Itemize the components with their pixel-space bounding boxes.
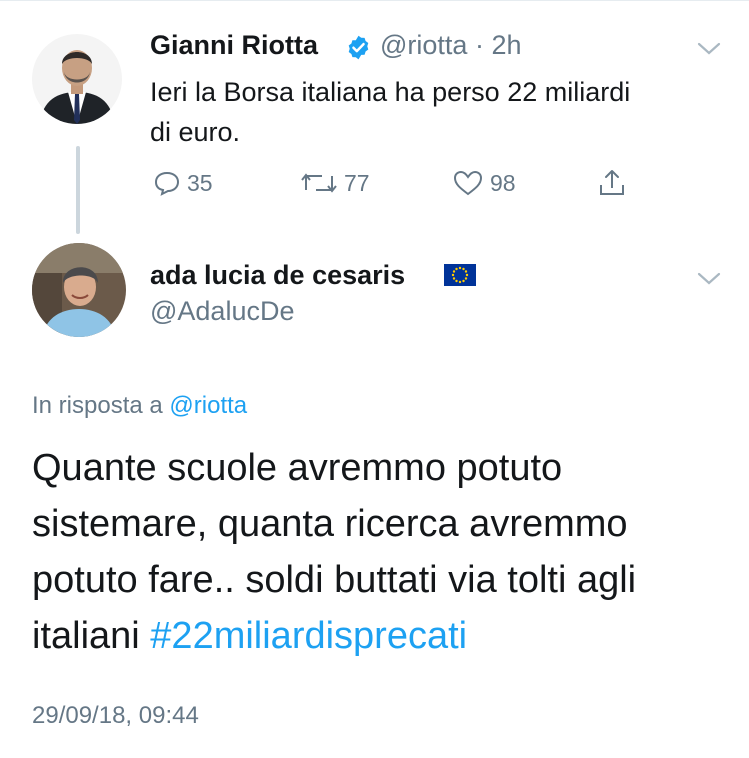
- eu-flag-icon: [444, 264, 476, 286]
- tweet2-text-line: potuto fare.. soldi buttati via tolti ag…: [32, 559, 637, 601]
- thread-connector-line: [76, 146, 80, 234]
- reply-context: In risposta a @riotta: [32, 392, 247, 420]
- chevron-down-icon[interactable]: [696, 270, 722, 288]
- tweet1-author-name[interactable]: Gianni Riotta: [150, 30, 318, 61]
- like-count: 98: [490, 169, 516, 196]
- tweet1-handle[interactable]: @riotta: [380, 30, 467, 60]
- top-divider: [0, 0, 749, 1]
- chevron-down-icon[interactable]: [696, 40, 722, 58]
- tweet2-handle[interactable]: @AdalucDe: [150, 296, 294, 327]
- tweet1-time: · 2h: [474, 30, 522, 60]
- verified-badge-icon: [345, 34, 372, 61]
- reply-button[interactable]: 35: [153, 168, 213, 198]
- tweet2-text-line: Quante scuole avremmo potuto: [32, 447, 563, 489]
- reply-mention-link[interactable]: @riotta: [169, 392, 247, 419]
- reply-count: 35: [187, 169, 213, 196]
- retweet-icon: [301, 173, 337, 193]
- like-icon: [453, 170, 483, 196]
- avatar-ada-lucia-de-cesaris[interactable]: [32, 243, 126, 337]
- tweet1-text-line: di euro.: [150, 117, 241, 147]
- tweet2-text: Quante scuole avremmo potuto sistemare, …: [32, 440, 722, 664]
- tweet1-handle-time[interactable]: @riotta · 2h: [380, 30, 521, 61]
- tweet2-text-fragment: italiani: [32, 615, 140, 657]
- tweet2-timestamp: 29/09/18, 09:44: [32, 702, 199, 729]
- reply-prefix: In risposta a: [32, 392, 163, 419]
- tweet2-text-line-last: italiani #22miliardisprecati: [32, 608, 722, 664]
- tweet1-text: Ieri la Borsa italiana ha perso 22 milia…: [150, 72, 710, 152]
- tweet2-author-name[interactable]: ada lucia de cesaris: [150, 260, 405, 291]
- tweet1-text-line: Ieri la Borsa italiana ha perso 22 milia…: [150, 77, 631, 107]
- like-button[interactable]: 98: [452, 168, 516, 198]
- avatar-gianni-riotta[interactable]: [32, 34, 122, 124]
- hashtag-link[interactable]: #22miliardisprecati: [150, 615, 467, 657]
- retweet-count: 77: [344, 169, 370, 196]
- retweet-button[interactable]: 77: [300, 168, 370, 198]
- share-button[interactable]: [596, 168, 634, 198]
- reply-icon: [154, 171, 180, 196]
- share-icon: [600, 170, 624, 195]
- tweet2-text-line: sistemare, quanta ricerca avremmo: [32, 503, 628, 545]
